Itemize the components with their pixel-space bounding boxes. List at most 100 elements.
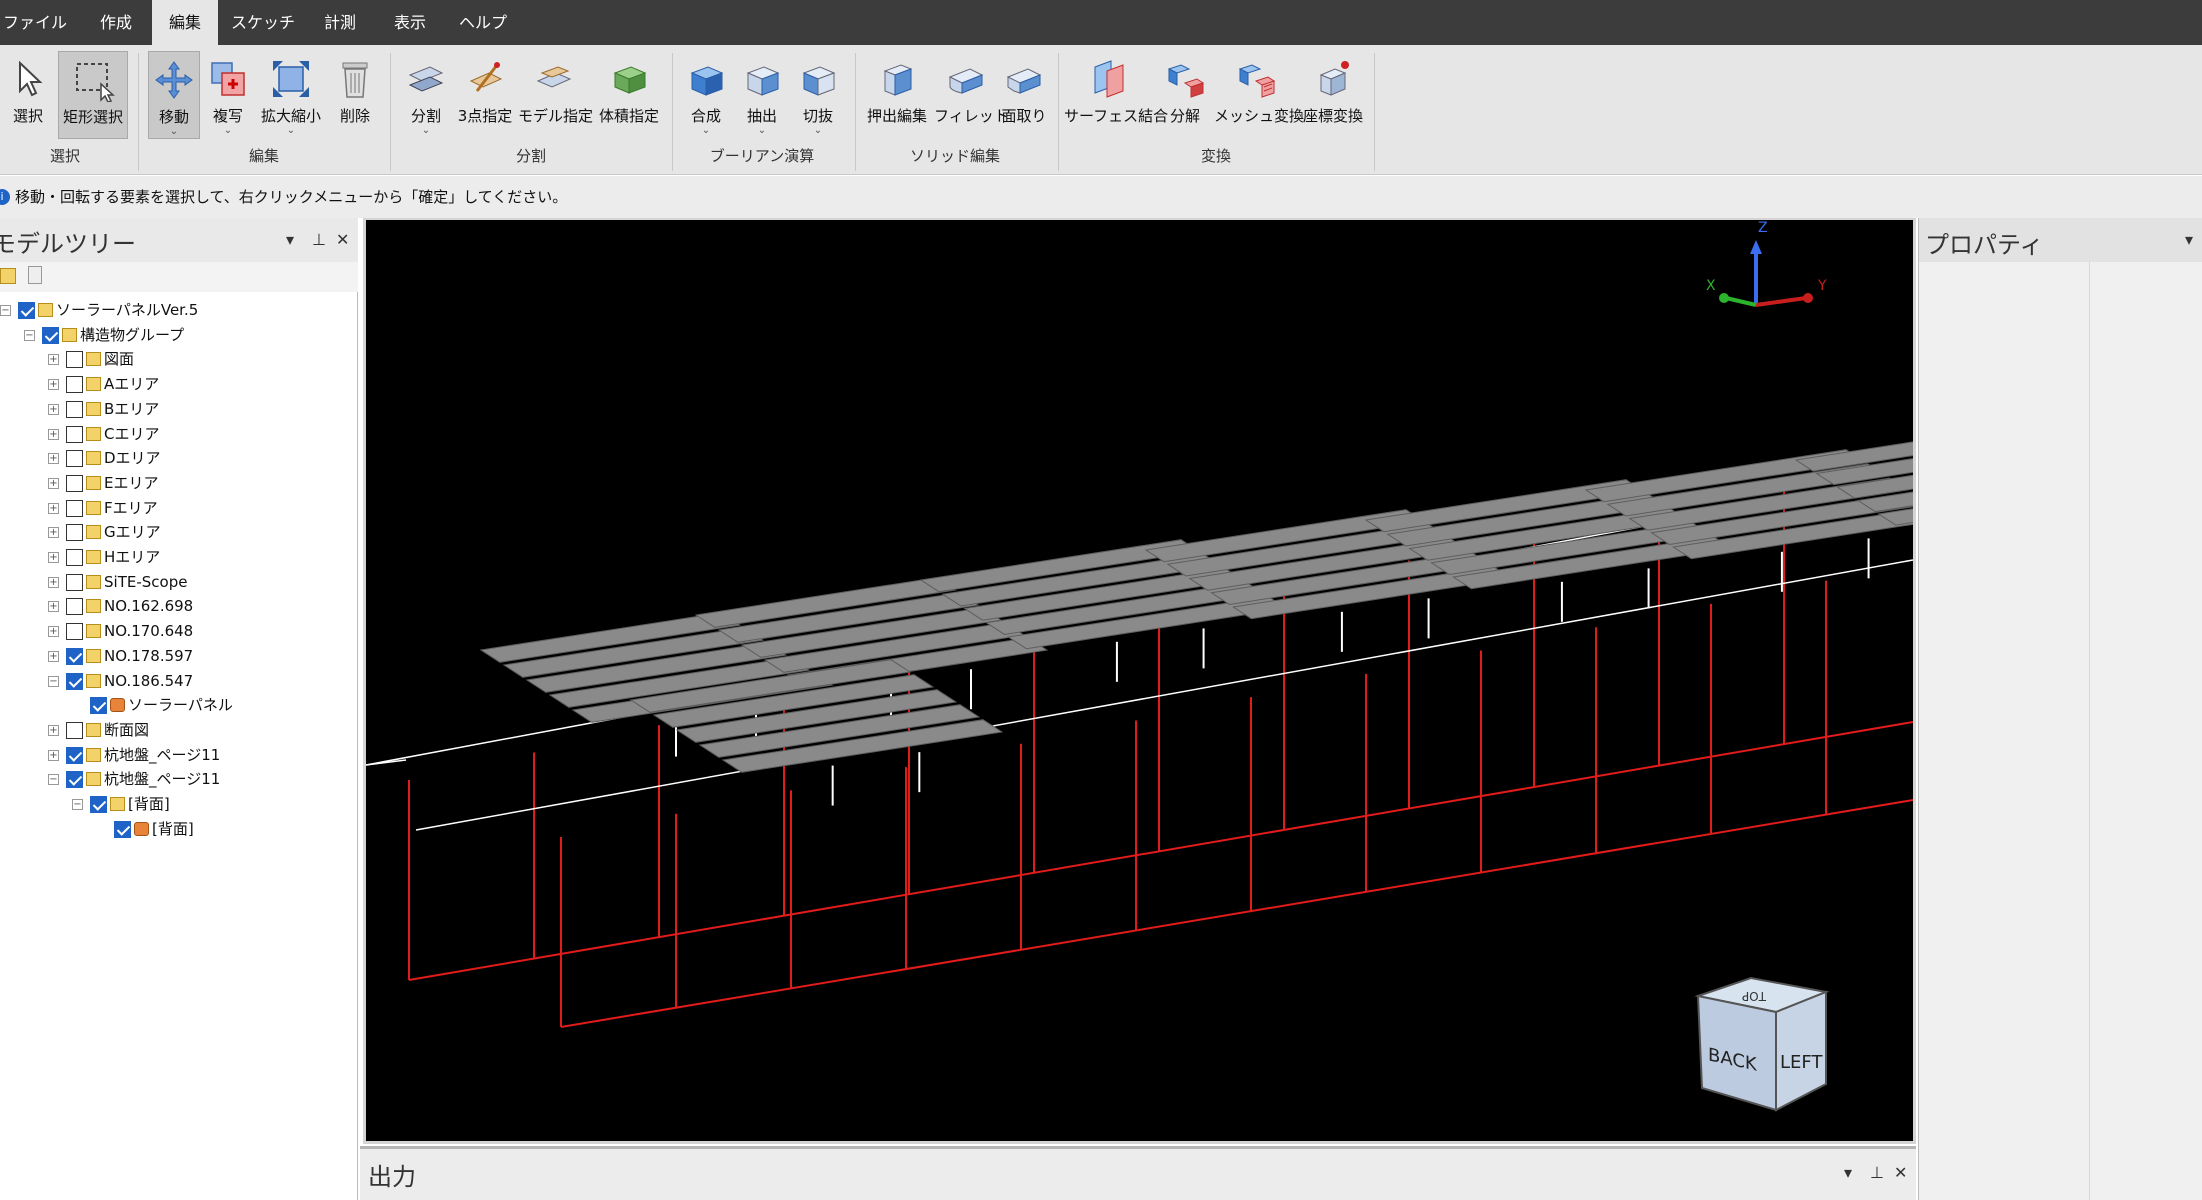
expand-icon[interactable]: +	[48, 749, 59, 761]
visibility-checkbox[interactable]	[66, 647, 83, 665]
collapse-icon[interactable]: −	[48, 774, 59, 786]
tree-node[interactable]: [背面]	[0, 817, 356, 841]
tree-node[interactable]: − ソーラーパネルVer.5	[0, 298, 356, 322]
tree-node[interactable]: + Cエリア	[0, 422, 356, 446]
tree-node[interactable]: + Eエリア	[0, 471, 356, 495]
visibility-checkbox[interactable]	[66, 672, 83, 690]
tree-node[interactable]: + Aエリア	[0, 372, 356, 396]
expand-icon[interactable]: +	[48, 576, 59, 588]
expand-icon[interactable]: +	[48, 626, 59, 638]
expand-icon[interactable]: +	[48, 601, 59, 613]
tree-node[interactable]: + Gエリア	[0, 520, 356, 544]
visibility-checkbox[interactable]	[66, 746, 83, 764]
collapse-icon[interactable]: −	[48, 675, 59, 687]
visibility-checkbox[interactable]	[66, 499, 83, 517]
3d-viewport[interactable]: Z Y X TOP BACK LEFT	[363, 218, 1916, 1144]
surface-join-icon	[1094, 60, 1124, 98]
group-folder-icon	[86, 574, 101, 589]
view-cube-left[interactable]: LEFT	[1780, 1052, 1823, 1073]
rect-select-button[interactable]: 矩形選択	[58, 51, 128, 139]
move-button[interactable]: 移動 ⌄	[148, 51, 200, 139]
menu-view[interactable]: 表示	[378, 0, 442, 45]
tree-node[interactable]: + Hエリア	[0, 545, 356, 569]
expand-icon[interactable]: +	[48, 354, 59, 366]
pin-icon[interactable]: ⊥	[312, 230, 326, 249]
visibility-checkbox[interactable]	[66, 425, 83, 443]
tree-node[interactable]: + NO.162.698	[0, 594, 356, 618]
visibility-checkbox[interactable]	[90, 697, 107, 715]
expand-icon[interactable]: +	[48, 527, 59, 539]
collapse-icon[interactable]: −	[0, 305, 11, 316]
close-icon[interactable]: ✕	[336, 230, 349, 249]
info-icon: i	[0, 189, 10, 205]
menu-sketch[interactable]: スケッチ	[226, 0, 300, 45]
menu-edit[interactable]: 編集	[152, 0, 218, 45]
tree-node[interactable]: + SiTE-Scope	[0, 570, 356, 594]
expand-icon[interactable]: +	[48, 379, 59, 391]
visibility-checkbox[interactable]	[66, 400, 83, 418]
expand-icon[interactable]: +	[48, 724, 59, 736]
visibility-checkbox[interactable]	[18, 302, 35, 319]
properties-panel: プロパティ ▾	[1918, 218, 2202, 1200]
visibility-checkbox[interactable]	[66, 721, 83, 739]
menu-help[interactable]: ヘルプ	[448, 0, 518, 45]
add-node-icon[interactable]	[0, 268, 16, 284]
close-icon[interactable]: ✕	[1894, 1163, 1907, 1182]
tree-node[interactable]: + NO.170.648	[0, 619, 356, 643]
collapse-icon[interactable]: −	[24, 329, 35, 341]
visibility-checkbox[interactable]	[66, 524, 83, 542]
tree-node[interactable]: ソーラーパネル	[0, 693, 356, 717]
group-folder-icon	[86, 500, 101, 515]
trash-icon[interactable]	[28, 266, 42, 284]
tree-node[interactable]: + NO.178.597	[0, 644, 356, 668]
visibility-checkbox[interactable]	[66, 450, 83, 468]
view-cube-top[interactable]: TOP	[1742, 989, 1767, 1003]
chamfer-icon	[1006, 68, 1042, 94]
view-cube[interactable]: TOP BACK LEFT	[1694, 976, 1830, 1112]
tree-node[interactable]: + 図面	[0, 347, 356, 371]
expand-icon[interactable]: +	[48, 403, 59, 415]
menu-measure[interactable]: 計測	[308, 0, 372, 45]
expand-icon[interactable]: +	[48, 502, 59, 514]
tree-node-label: 構造物グループ	[80, 325, 185, 344]
visibility-checkbox[interactable]	[114, 820, 131, 838]
panel-menu-icon[interactable]: ▾	[2185, 230, 2193, 249]
expand-icon[interactable]: +	[48, 453, 59, 465]
visibility-checkbox[interactable]	[66, 598, 83, 616]
visibility-checkbox[interactable]	[66, 474, 83, 492]
tree-node[interactable]: − [背面]	[0, 792, 356, 816]
tree-node[interactable]: + 断面図	[0, 718, 356, 742]
pin-icon[interactable]: ⊥	[1870, 1163, 1884, 1182]
visibility-checkbox[interactable]	[66, 376, 83, 394]
tree-node[interactable]: + Bエリア	[0, 397, 356, 421]
group-folder-icon	[86, 377, 101, 392]
visibility-checkbox[interactable]	[66, 771, 83, 789]
tree-node[interactable]: − NO.186.547	[0, 669, 356, 693]
visibility-checkbox[interactable]	[42, 326, 59, 344]
tree-node[interactable]: + 杭地盤_ページ11	[0, 743, 356, 767]
expand-icon[interactable]: +	[48, 477, 59, 489]
visibility-checkbox[interactable]	[66, 623, 83, 641]
panel-menu-icon[interactable]: ▾	[286, 230, 294, 249]
expand-icon[interactable]: +	[48, 650, 59, 662]
tree-node[interactable]: + Fエリア	[0, 496, 356, 520]
visibility-checkbox[interactable]	[66, 549, 83, 566]
three-point-label: 3点指定	[457, 107, 513, 125]
group-separator	[138, 53, 139, 171]
tree-node[interactable]: − 構造物グループ	[0, 323, 356, 347]
3d-scene[interactable]: Z Y X TOP BACK LEFT	[366, 220, 1913, 1142]
expand-icon[interactable]: +	[48, 552, 59, 563]
cursor-icon	[19, 60, 43, 97]
panel-menu-icon[interactable]: ▾	[1844, 1163, 1852, 1182]
chevron-down-icon: ⌄	[757, 125, 767, 136]
tree-node[interactable]: − 杭地盤_ページ11	[0, 767, 356, 791]
visibility-checkbox[interactable]	[66, 351, 83, 369]
expand-icon[interactable]: +	[48, 428, 59, 440]
visibility-checkbox[interactable]	[66, 573, 83, 591]
menu-create[interactable]: 作成	[86, 0, 146, 45]
group-separator	[672, 53, 673, 171]
tree-node[interactable]: + Dエリア	[0, 446, 356, 470]
menu-file[interactable]: ファイル	[0, 0, 70, 45]
visibility-checkbox[interactable]	[90, 796, 107, 813]
collapse-icon[interactable]: −	[72, 799, 83, 810]
